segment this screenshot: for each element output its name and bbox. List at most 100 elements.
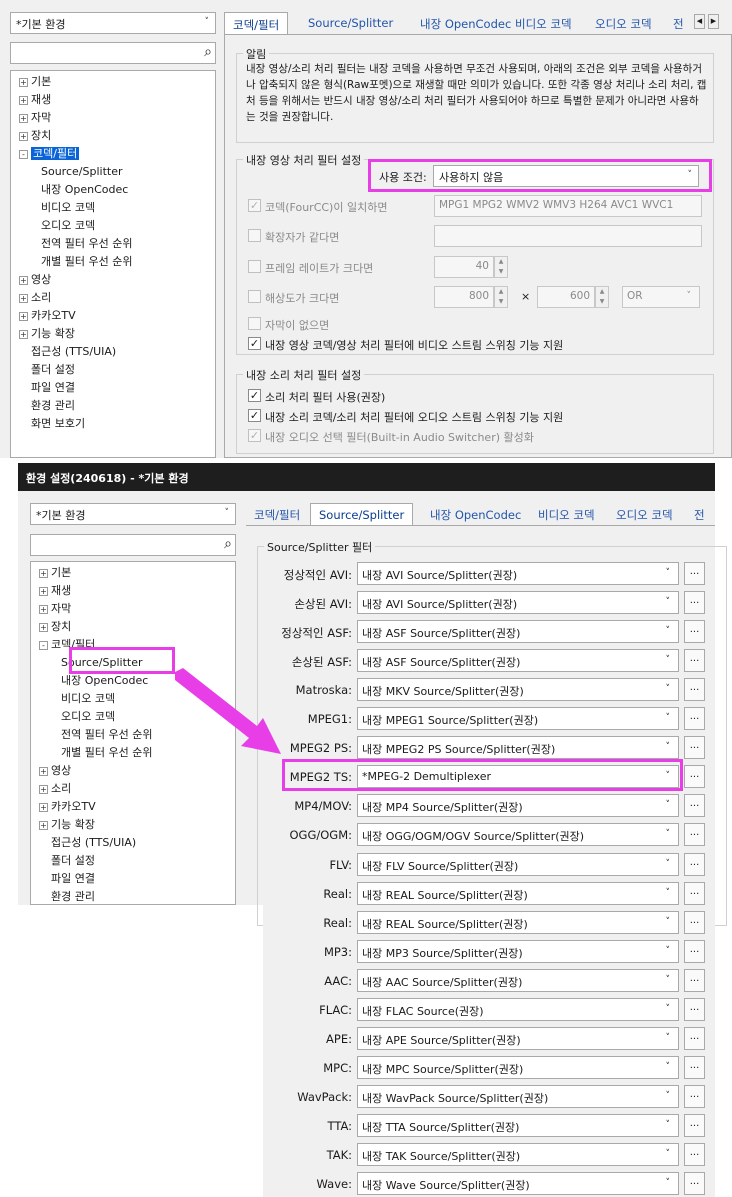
ext-field[interactable]	[434, 225, 702, 247]
splitter-select[interactable]: 내장 AVI Source/Splitter(권장) ˅	[357, 562, 679, 585]
expand-icon[interactable]: +	[39, 784, 48, 794]
tree-item[interactable]: 전역 필터 우선 순위	[61, 727, 152, 743]
tab-0[interactable]: 코덱/필터	[246, 503, 308, 527]
tree-item[interactable]: + 장치	[39, 619, 71, 635]
settings-dots-button[interactable]: ...	[684, 852, 705, 876]
tree-item[interactable]: + 기능 확장	[19, 326, 75, 342]
res-width-input[interactable]: 800	[434, 286, 494, 308]
tree-item[interactable]: 전역 필터 우선 순위	[41, 236, 132, 252]
settings-dots-button[interactable]: ...	[684, 1143, 705, 1166]
tree-item[interactable]: + 영상	[19, 272, 51, 288]
splitter-select[interactable]: 내장 MPC Source/Splitter(권장) ˅	[357, 1055, 679, 1079]
splitter-select[interactable]: 내장 MKV Source/Splitter(권장) ˅	[357, 678, 679, 702]
tree-item[interactable]: + 카카오TV	[39, 799, 96, 815]
tree-item[interactable]: + 소리	[39, 781, 71, 797]
expand-icon[interactable]: +	[19, 113, 28, 123]
expand-icon[interactable]: +	[39, 604, 48, 614]
splitter-select[interactable]: 내장 APE Source/Splitter(권장) ˅	[357, 1026, 679, 1050]
settings-dots-button[interactable]: ...	[684, 707, 705, 731]
splitter-select[interactable]: 내장 MP3 Source/Splitter(권장) ˅	[357, 939, 679, 963]
splitter-select[interactable]: 내장 REAL Source/Splitter(권장) ˅	[357, 910, 679, 934]
audio-selector-checkbox[interactable]: ✓	[248, 429, 261, 442]
tree-item[interactable]: 폴더 설정	[39, 853, 95, 869]
ext-checkbox[interactable]	[248, 229, 261, 242]
tree-item[interactable]: 파일 연결	[19, 380, 75, 396]
tab-5[interactable]: 전	[665, 12, 692, 36]
tree-item[interactable]: 오디오 코덱	[61, 709, 115, 725]
res-operator-select[interactable]: OR ˅	[622, 286, 700, 308]
splitter-select[interactable]: 내장 TTA Source/Splitter(권장) ˅	[357, 1113, 679, 1137]
splitter-select[interactable]: 내장 WavPack Source/Splitter(권장) ˅	[357, 1084, 679, 1108]
profile-select[interactable]: *기본 환경 ˅	[30, 503, 236, 525]
tab-4[interactable]: 오디오 코덱	[587, 12, 660, 36]
settings-tree[interactable]: + 기본 + 재생 + 자막 + 장치 - 코덱/필터 Source/Splitter 내장 Open…	[10, 70, 216, 458]
profile-select[interactable]: *기본 환경 ˅	[10, 12, 216, 34]
splitter-select[interactable]: 내장 REAL Source/Splitter(권장) ˅	[357, 881, 679, 905]
tree-item[interactable]: + 소리	[19, 290, 51, 306]
expand-icon[interactable]: +	[39, 622, 48, 632]
tab-2[interactable]: 내장 OpenCodec	[412, 12, 519, 36]
settings-dots-button[interactable]: ...	[684, 562, 705, 585]
tree-item[interactable]: 비디오 코덱	[61, 691, 115, 707]
tab-1[interactable]: Source/Splitter	[310, 503, 414, 526]
tree-item[interactable]: + 자막	[19, 110, 51, 126]
splitter-select[interactable]: 내장 TAK Source/Splitter(권장) ˅	[357, 1143, 679, 1166]
expand-icon[interactable]: +	[39, 766, 48, 776]
res-checkbox[interactable]	[248, 290, 261, 303]
tree-item[interactable]: + 카카오TV	[19, 308, 76, 324]
settings-dots-button[interactable]: ...	[684, 1113, 705, 1137]
tree-item[interactable]: 파일 연결	[39, 871, 95, 887]
audio-use-checkbox[interactable]: ✓	[248, 389, 261, 402]
tree-item[interactable]: 개별 필터 우선 순위	[41, 254, 132, 270]
expand-icon[interactable]: +	[19, 293, 28, 303]
tree-item[interactable]: 개별 필터 우선 순위	[61, 745, 152, 761]
expand-icon[interactable]: +	[39, 586, 48, 596]
settings-dots-button[interactable]: ...	[684, 794, 705, 818]
codec-list-field[interactable]: MPG1 MPG2 WMV2 WMV3 H264 AVC1 WVC1	[434, 195, 702, 217]
settings-dots-button[interactable]: ...	[684, 1026, 705, 1050]
tree-item[interactable]: + 기능 확장	[39, 817, 95, 833]
expand-icon[interactable]: +	[39, 820, 48, 830]
settings-dots-button[interactable]: ...	[684, 765, 705, 789]
tab-5[interactable]: 전	[686, 503, 713, 527]
splitter-select[interactable]: 내장 FLAC Source(권장) ˅	[357, 997, 679, 1021]
tab-4[interactable]: 오디오 코덱	[608, 503, 681, 527]
tree-item[interactable]: 내장 OpenCodec	[41, 182, 128, 198]
tab-2[interactable]: 내장 OpenCodec	[422, 503, 529, 527]
tree-item[interactable]: 화면 보호기	[19, 416, 85, 432]
res-height-input[interactable]: 600	[537, 286, 595, 308]
settings-dots-button[interactable]: ...	[684, 1055, 705, 1079]
tree-item[interactable]: 비디오 코덱	[41, 200, 95, 216]
settings-dots-button[interactable]: ...	[684, 678, 705, 702]
settings-dots-button[interactable]: ...	[684, 736, 705, 760]
settings-dots-button[interactable]: ...	[684, 823, 705, 847]
res-width-spinner[interactable]: ▲ ▼	[494, 286, 508, 308]
search-input[interactable]: ⌕	[10, 42, 216, 64]
settings-dots-button[interactable]: ...	[684, 939, 705, 963]
fps-input[interactable]: 40	[434, 256, 494, 278]
tree-item[interactable]: 내장 OpenCodec	[61, 673, 148, 689]
expand-icon[interactable]: +	[19, 77, 28, 87]
expand-icon[interactable]: +	[19, 329, 28, 339]
tree-item[interactable]: 환경 관리	[39, 889, 95, 904]
tree-item[interactable]: + 재생	[19, 92, 51, 108]
tree-item[interactable]: + 자막	[39, 601, 71, 617]
video-switch-checkbox[interactable]: ✓	[248, 337, 261, 350]
collapse-icon[interactable]: -	[39, 640, 48, 650]
tab-scroll-right-button[interactable]: ▶	[708, 14, 719, 29]
tree-item[interactable]: + 영상	[39, 763, 71, 779]
tree-item[interactable]: Source/Splitter	[41, 164, 122, 180]
codec-checkbox[interactable]: ✓	[248, 199, 261, 212]
settings-dots-button[interactable]: ...	[684, 881, 705, 905]
tree-item[interactable]: - 코덱/필터	[19, 146, 80, 162]
expand-icon[interactable]: +	[19, 311, 28, 321]
fps-checkbox[interactable]	[248, 260, 261, 273]
tab-3[interactable]: 비디오 코덱	[530, 503, 603, 527]
fps-spinner[interactable]: ▲ ▼	[494, 256, 508, 278]
expand-icon[interactable]: +	[39, 802, 48, 812]
splitter-select[interactable]: 내장 MPEG2 PS Source/Splitter(권장) ˅	[357, 736, 679, 760]
expand-icon[interactable]: +	[39, 568, 48, 578]
tab-1[interactable]: Source/Splitter	[300, 12, 401, 34]
tree-item[interactable]: 오디오 코덱	[41, 218, 95, 234]
splitter-select[interactable]: 내장 OGG/OGM/OGV Source/Splitter(권장) ˅	[357, 823, 679, 847]
